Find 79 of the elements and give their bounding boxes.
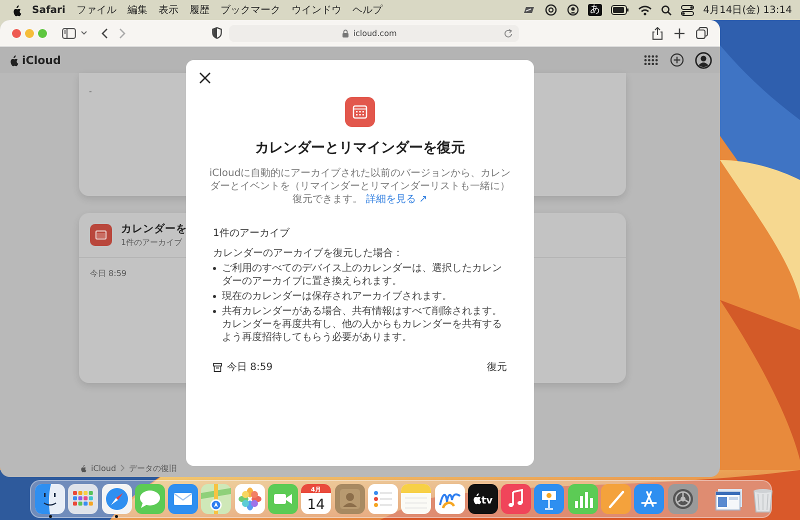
menu-item[interactable]: ファイル <box>76 3 116 17</box>
section-heading: 1件のアーカイブ <box>213 226 290 240</box>
close-window-button[interactable] <box>12 28 21 38</box>
tv-label: tv <box>481 496 493 506</box>
menu-item[interactable]: 表示 <box>158 3 178 17</box>
map-icon[interactable] <box>201 484 232 514</box>
tv-icon[interactable]: tv <box>468 484 498 514</box>
flower-icon[interactable] <box>234 484 265 514</box>
menu-item[interactable]: ブックマーク <box>220 3 280 17</box>
calendar-icon <box>345 97 375 127</box>
archive-box-icon <box>213 362 222 372</box>
contact-card-icon[interactable] <box>334 484 365 514</box>
video-camera-icon[interactable] <box>268 484 298 514</box>
archive-time: 今日 8:59 <box>227 361 273 374</box>
learn-more-link[interactable]: 詳細を見る ↗ <box>366 194 428 205</box>
chevron-right-icon <box>120 464 126 472</box>
tabs-overview-icon[interactable] <box>696 27 708 39</box>
slanted-s-icon[interactable] <box>521 5 536 15</box>
menu-clock[interactable]: 4月14日(金) 13:14 <box>703 3 792 17</box>
reload-icon[interactable] <box>504 28 513 38</box>
menu-item[interactable]: ウインドウ <box>291 3 342 17</box>
apple-logo-icon <box>80 464 87 472</box>
bullet-text: 現在のカレンダーは保存されアーカイブされます。 <box>222 290 452 303</box>
archive-time: 今日 8:59 <box>90 268 127 279</box>
calendar-icon <box>90 224 112 246</box>
menu-item[interactable]: Safari <box>32 4 66 16</box>
chat-bubble-icon[interactable] <box>134 484 165 514</box>
card-title: カレンダーを <box>121 222 187 236</box>
restore-button[interactable]: 復元 <box>487 360 507 374</box>
bullet-dot <box>213 267 216 270</box>
bullet-dot <box>213 310 216 313</box>
wifi-icon[interactable] <box>638 4 652 16</box>
chevron-down-icon[interactable] <box>81 31 87 35</box>
menu-item[interactable]: ヘルプ <box>352 3 382 17</box>
app-grid-icon[interactable] <box>644 55 658 65</box>
menu-item[interactable]: 編集 <box>127 3 148 17</box>
calendar-day: 14 <box>307 497 326 513</box>
bullet-dot <box>213 295 216 298</box>
pen-icon[interactable] <box>601 484 632 514</box>
dialog-description: iCloudに自動的にアーカイブされた以前のバージョンから、カレンダーとイベントを（リマインダーとリマインダーリストも一緒に）復元できます。 詳細を見る ↗ <box>208 167 512 206</box>
scribble-icon[interactable] <box>434 484 465 514</box>
smiling-face-icon[interactable] <box>35 484 65 514</box>
control-toggles-icon[interactable] <box>681 4 694 16</box>
breadcrumb-link[interactable]: iCloud <box>91 464 116 472</box>
sidebar-icon[interactable] <box>62 28 76 38</box>
breadcrumb-link[interactable]: データの復旧 <box>129 462 178 474</box>
shield-icon[interactable] <box>212 27 222 39</box>
share-icon[interactable] <box>652 26 663 40</box>
a-glyph-icon[interactable] <box>634 484 664 514</box>
battery-icon[interactable] <box>611 5 630 15</box>
ring-icon[interactable] <box>544 4 558 16</box>
url-text: icloud.com <box>353 28 397 38</box>
user-icon[interactable] <box>567 4 580 16</box>
bullet-text: 共有カレンダーがある場合、共有情報はすべて削除されます。カレンダーを再度共有し、他の人からもカレンダーを共有するよう再度招待してもらう必要があります。 <box>222 305 503 344</box>
card-subtitle: 1件のアーカイブ <box>121 237 184 248</box>
lock-icon <box>342 28 350 38</box>
add-circle-icon[interactable] <box>670 53 684 67</box>
dialog-title: カレンダーとリマインダーを復元 <box>255 139 465 157</box>
apple-logo-icon[interactable] <box>12 4 22 16</box>
card-text: - <box>89 87 92 96</box>
bar-chart-icon[interactable] <box>568 484 598 514</box>
checklist-icon[interactable] <box>368 484 398 514</box>
site-title[interactable]: iCloud <box>22 54 61 66</box>
intro-text: カレンダーのアーカイブを復元した場合： <box>213 247 404 260</box>
close-icon[interactable] <box>199 72 211 84</box>
compass-icon[interactable] <box>102 484 132 514</box>
notepad-icon[interactable] <box>401 484 432 514</box>
plus-icon[interactable] <box>674 28 685 38</box>
music-note-icon[interactable] <box>501 484 532 514</box>
input-mode-indicator[interactable]: あ <box>588 4 602 16</box>
podium-icon[interactable] <box>534 484 564 514</box>
apple-logo-icon[interactable] <box>9 54 19 66</box>
address-field[interactable]: icloud.com <box>229 24 519 42</box>
menu-item[interactable]: 履歴 <box>189 3 210 17</box>
bullet-text: ご利用のすべてのデバイス上のカレンダーは、選択したカレンダーのアーカイブに置き換えられます。 <box>222 262 503 288</box>
search-icon[interactable] <box>661 4 672 16</box>
envelope-icon[interactable] <box>168 484 198 514</box>
gear-icon[interactable] <box>668 484 698 514</box>
account-avatar-icon[interactable] <box>695 52 712 68</box>
